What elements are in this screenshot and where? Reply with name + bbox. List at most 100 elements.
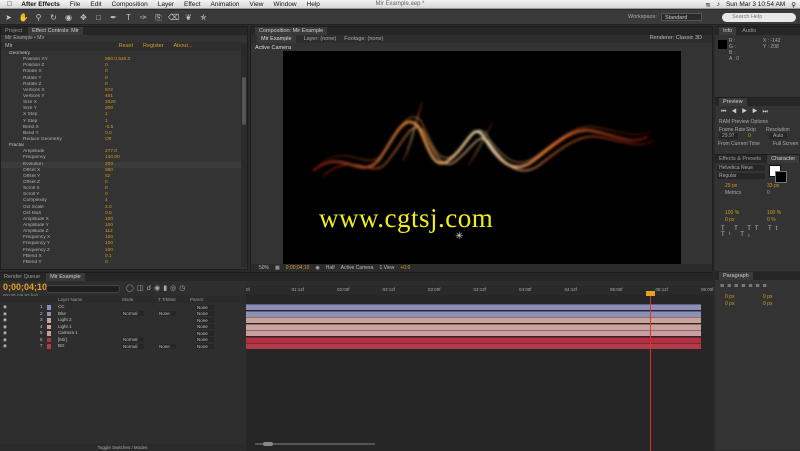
effect-param-value[interactable]: 0	[105, 260, 108, 266]
pen-tool-icon[interactable]: ✒	[107, 12, 120, 23]
layer-name[interactable]: BG	[58, 343, 65, 350]
tab-mir-example[interactable]: Mir Example	[46, 273, 85, 281]
tab-effect-controls[interactable]: Effect Controls: Mir	[28, 27, 83, 35]
layer-mode-dropdown[interactable]: Normal	[122, 337, 144, 342]
layer-trkmat-dropdown[interactable]: None	[158, 343, 176, 349]
alignment-buttons[interactable]: ≡≡≡≡≡≡≡	[720, 283, 770, 290]
effect-param-value[interactable]: 960.0,540.0	[105, 57, 130, 63]
playback-controls[interactable]: ⏮◀▶▶⏭	[721, 109, 773, 116]
exposure-value[interactable]: +0.0	[400, 264, 410, 272]
menu-effect[interactable]: Effect	[179, 1, 206, 8]
tab-render-queue[interactable]: Render Queue	[4, 273, 40, 281]
col-layer-name[interactable]: Layer Name	[58, 296, 83, 303]
indent-right[interactable]: 0 px	[763, 294, 772, 300]
roto-tool-icon[interactable]: ❦	[182, 12, 195, 23]
layer-label-color[interactable]	[47, 311, 51, 316]
font-dropdown[interactable]: Helvetica Neue	[717, 165, 765, 171]
font-size[interactable]: 29 px	[725, 183, 737, 189]
layer-label-color[interactable]	[47, 324, 51, 329]
visibility-eye-icon[interactable]: ◉	[3, 343, 7, 350]
tab-project[interactable]: Project	[5, 27, 22, 35]
rectangle-tool-icon[interactable]: □	[92, 12, 105, 23]
layer-parent-dropdown[interactable]: None	[196, 337, 214, 342]
space-before[interactable]: 0 px	[763, 301, 772, 307]
reset-link[interactable]: Reset	[119, 42, 133, 51]
from-current-checkbox[interactable]: From Current Time	[718, 141, 760, 147]
zoom-dropdown[interactable]: 50%	[259, 264, 269, 272]
effect-scroll-thumb[interactable]	[242, 77, 246, 125]
resolution-dropdown[interactable]: Half	[326, 264, 335, 272]
layer-row[interactable]: ◉ 7 BG Normal None None	[0, 343, 245, 350]
apple-icon[interactable]: 	[0, 1, 16, 8]
indent-first[interactable]: 0 px	[725, 301, 734, 307]
layer-parent-dropdown[interactable]: None	[196, 304, 214, 310]
pan-behind-tool-icon[interactable]: ✥	[77, 12, 90, 23]
menu-window[interactable]: Window	[268, 1, 301, 8]
camera-target-icon[interactable]: ✳	[455, 231, 463, 242]
menu-view[interactable]: View	[244, 1, 268, 8]
layer-label-color[interactable]	[47, 337, 51, 342]
search-help-input[interactable]: Search Help	[722, 13, 796, 22]
col-trkmat[interactable]: T TrkMat	[158, 296, 176, 303]
tracking[interactable]: 0	[767, 190, 770, 196]
subtab-mir-example[interactable]: Mir Example	[257, 35, 296, 43]
current-time[interactable]: 0;00;04;10	[3, 282, 47, 292]
full-screen-checkbox[interactable]: Full Screen	[773, 141, 798, 147]
composition-viewer[interactable]: www.cgtsj.com ✳	[283, 51, 681, 274]
menu-layer[interactable]: Layer	[153, 1, 179, 8]
layer-parent-dropdown[interactable]: None	[196, 311, 214, 316]
col-mode[interactable]: Mode	[122, 296, 133, 303]
tab-character[interactable]: Character	[767, 155, 800, 163]
tab-info[interactable]: Info	[719, 27, 737, 35]
layer-label-color[interactable]	[47, 305, 51, 310]
frame-rate-field[interactable]: 29.97	[719, 133, 738, 139]
grid-icon[interactable]: ▦	[275, 264, 280, 272]
stroke-color-swatch[interactable]	[775, 171, 787, 183]
tab-preview[interactable]: Preview	[719, 98, 747, 106]
menu-file[interactable]: File	[65, 1, 85, 8]
rotate-tool-icon[interactable]: ↻	[47, 12, 60, 23]
kerning[interactable]: Metrics	[725, 190, 741, 196]
timeline-zoom-slider[interactable]	[255, 442, 375, 446]
menu-animation[interactable]: Animation	[206, 1, 245, 8]
skip-field[interactable]: 0	[748, 133, 751, 139]
layer-duration-bar[interactable]	[246, 343, 701, 350]
clone-tool-icon[interactable]: ⎘	[152, 12, 165, 23]
menu-composition[interactable]: Composition	[107, 1, 153, 8]
layer-duration-bar[interactable]	[246, 310, 701, 317]
workspace-dropdown[interactable]: Standard	[660, 13, 703, 21]
zoom-tool-icon[interactable]: ⚲	[32, 12, 45, 23]
text-tool-icon[interactable]: T	[122, 12, 135, 23]
about-link[interactable]: About...	[174, 42, 193, 51]
layer-label-color[interactable]	[47, 318, 51, 323]
timeline-search-input[interactable]	[46, 285, 120, 293]
tab-paragraph[interactable]: Paragraph	[719, 272, 753, 280]
menu-app[interactable]: After Effects	[16, 1, 65, 8]
tab-effects-presets[interactable]: Effects & Presets	[719, 155, 761, 163]
leading[interactable]: 33 px	[767, 183, 779, 189]
tab-composition[interactable]: Composition: Mir Example	[255, 27, 328, 35]
layer-parent-dropdown[interactable]: None	[196, 330, 214, 336]
layer-duration-bar[interactable]	[246, 330, 701, 337]
col-parent[interactable]: Parent	[190, 296, 203, 303]
layer-label-color[interactable]	[47, 344, 51, 349]
timeline-switch-icons[interactable]: ◯◫☌◉▮◎◷	[126, 284, 188, 292]
zoom-thumb[interactable]	[263, 442, 273, 446]
menu-edit[interactable]: Edit	[85, 1, 106, 8]
layer-mode-dropdown[interactable]: Normal	[122, 311, 144, 316]
layer-duration-bar[interactable]	[246, 336, 701, 343]
eraser-tool-icon[interactable]: ⌫	[167, 12, 180, 23]
puppet-tool-icon[interactable]: ✯	[197, 12, 210, 23]
layer-duration-bar[interactable]	[246, 304, 701, 311]
effect-param-value[interactable]: Off	[105, 137, 111, 143]
timeline-tracks[interactable]: 0f 01:12f 02:00f 02:12f 03:00f 03:12f 04:00f 04…	[246, 285, 800, 451]
layer-label-color[interactable]	[47, 331, 51, 336]
clock[interactable]: Sun Mar 3 10:54 AM	[726, 1, 785, 8]
comp-timecode[interactable]: 0;00;04;10	[286, 264, 310, 272]
ram-preview-options[interactable]: RAM Preview Options	[719, 119, 768, 125]
tsume[interactable]: 0 %	[767, 217, 776, 223]
indent-left[interactable]: 0 px	[725, 294, 734, 300]
renderer-label[interactable]: Renderer: Classic 3D	[650, 35, 702, 41]
volume-icon[interactable]: ♪	[717, 1, 720, 8]
register-link[interactable]: Register	[143, 42, 163, 51]
